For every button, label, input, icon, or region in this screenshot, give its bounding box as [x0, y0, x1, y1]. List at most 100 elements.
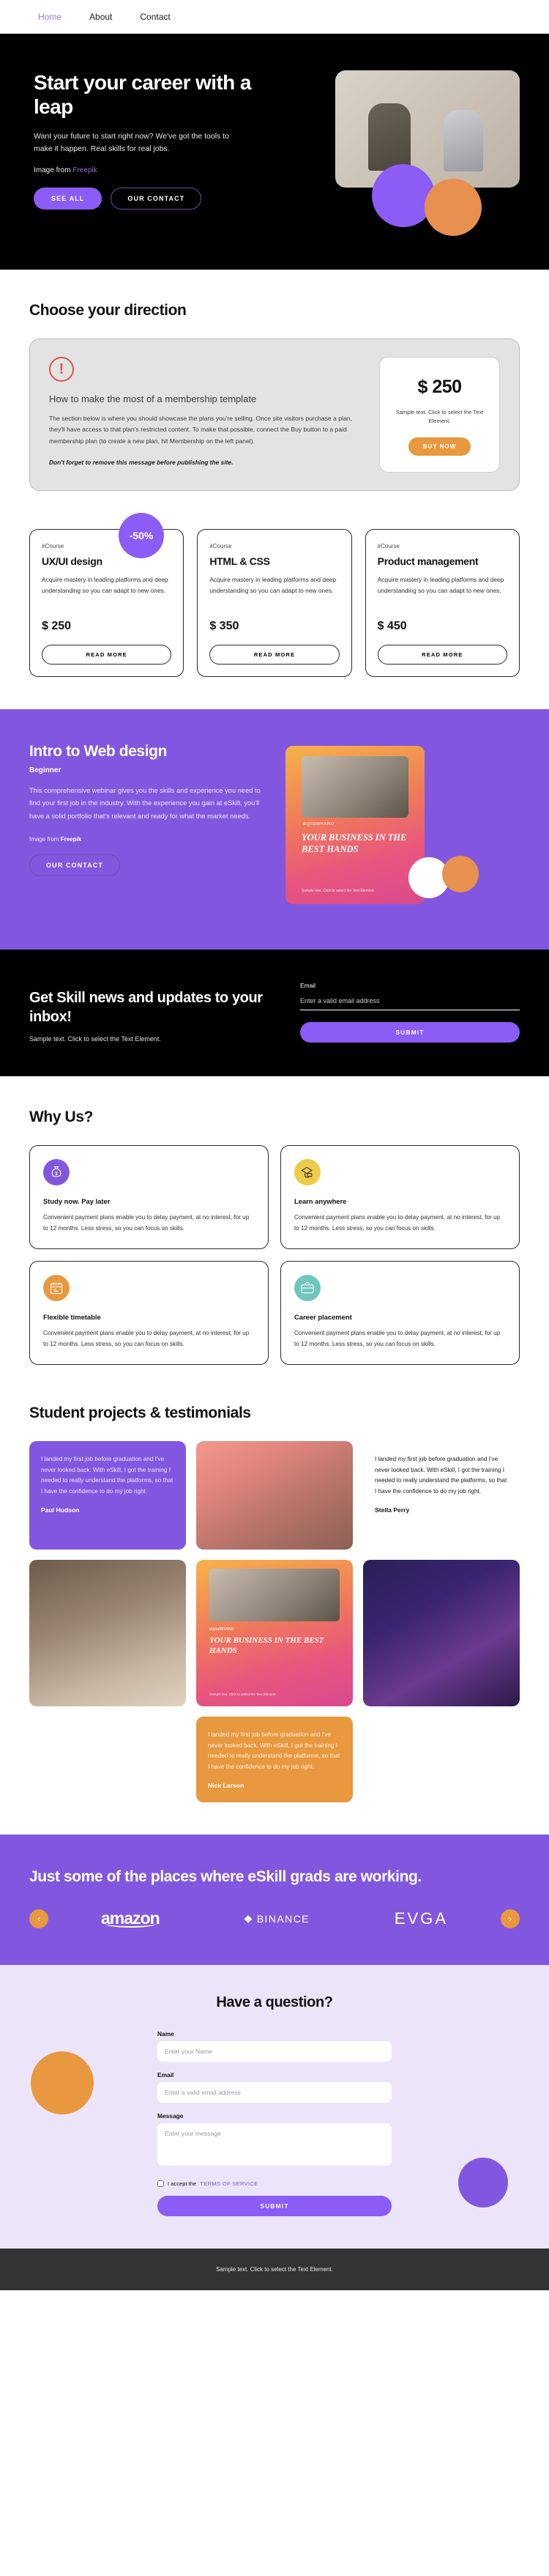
- read-more-button[interactable]: READ MORE: [209, 645, 340, 665]
- hero-photo: [335, 70, 520, 188]
- course-price: $ 250: [42, 620, 72, 633]
- webinar-credit-link[interactable]: Freepik: [61, 836, 81, 843]
- webinar-contact-button[interactable]: OUR CONTACT: [29, 854, 120, 876]
- hero-button-row: SEE ALL OUR CONTACT: [34, 187, 278, 210]
- project-image-classroom: [29, 1559, 186, 1706]
- course-card[interactable]: #Course Product management Acquire maste…: [365, 529, 520, 678]
- webinar-section: Intro to Web design Beginner This compre…: [0, 709, 549, 950]
- top-navigation: Home About Contact: [0, 0, 549, 34]
- contact-email-input[interactable]: [157, 2082, 392, 2103]
- terms-checkbox[interactable]: [157, 2180, 164, 2188]
- testimonial-card: I landed my first job before graduation …: [29, 1440, 186, 1550]
- course-desc: Acquire mastery in leading platforms and…: [209, 576, 337, 594]
- read-more-button[interactable]: READ MORE: [377, 645, 507, 665]
- contact-message-input[interactable]: [157, 2123, 392, 2166]
- terms-prefix: I accept the: [168, 2180, 197, 2188]
- our-contact-button[interactable]: OUR CONTACT: [111, 187, 202, 210]
- course-title: UX/UI design: [42, 555, 102, 568]
- course-card[interactable]: #Course HTML & CSS Acquire mastery in le…: [197, 529, 352, 678]
- why-card-desc: Convenient payment plans enable you to d…: [43, 1214, 250, 1232]
- project-poster: digitalBRAND YOUR BUSINESS IN THE BEST H…: [196, 1559, 353, 1706]
- contact-name-label: Name: [157, 2030, 174, 2038]
- see-all-button[interactable]: SEE ALL: [34, 187, 102, 210]
- project-image-robot: [363, 1559, 520, 1706]
- courses-section: -50% #Course UX/UI design Acquire master…: [0, 513, 549, 709]
- course-tag: #Course: [209, 543, 232, 550]
- project-image-hands: [196, 1440, 353, 1550]
- partner-logos: amazon ◆ BINANCE EVGA: [59, 1909, 490, 1928]
- money-bag-icon: [43, 1159, 70, 1186]
- hero-credit-link[interactable]: Freepik: [72, 166, 97, 174]
- poster-title: YOUR BUSINESS IN THE BEST HANDS: [302, 832, 407, 854]
- contact-purple-circle: [458, 2158, 508, 2208]
- webinar-title: Intro to Web design: [29, 743, 168, 760]
- calendar-icon: [43, 1275, 70, 1302]
- why-card: Flexible timetable Convenient payment pl…: [29, 1261, 269, 1365]
- poster-brand: digitalBRAND: [303, 822, 335, 827]
- course-desc: Acquire mastery in leading platforms and…: [42, 576, 168, 594]
- hero-section: Start your career with a leap Want your …: [0, 34, 549, 270]
- alert-icon: !: [49, 357, 74, 382]
- contact-submit-button[interactable]: SUBMIT: [157, 2196, 392, 2217]
- direction-section: Choose your direction ! How to make the …: [0, 270, 549, 523]
- contact-title: Have a question?: [216, 1994, 333, 2011]
- why-card-title: Flexible timetable: [43, 1313, 101, 1322]
- poster-photo: [209, 1568, 340, 1621]
- webinar-image-credit: Image from Freepik: [29, 836, 264, 843]
- why-card-title: Learn anywhere: [294, 1197, 347, 1206]
- read-more-button[interactable]: READ MORE: [42, 645, 172, 665]
- course-price: $ 350: [209, 620, 239, 633]
- newsletter-submit-button[interactable]: SUBMIT: [300, 1022, 520, 1043]
- price-card: $ 250 Sample text. Click to select the T…: [379, 357, 500, 473]
- hero-title: Start your career with a leap: [34, 71, 251, 119]
- why-us-section: Why Us? Study now. Pay later Convenient …: [0, 1076, 549, 1396]
- chevron-right-icon[interactable]: ›: [501, 1909, 520, 1928]
- poster-title: YOUR BUSINESS IN THE BEST HANDS: [209, 1635, 324, 1655]
- hero-purple-circle: [372, 164, 435, 227]
- newsletter-email-label: Email: [300, 982, 315, 990]
- webinar-credit-prefix: Image from: [29, 835, 59, 843]
- partner-logo-evga: EVGA: [394, 1909, 448, 1928]
- partner-logo-binance: ◆ BINANCE: [244, 1912, 310, 1925]
- why-card: Career placement Convenient payment plan…: [280, 1261, 520, 1365]
- testimonials-section: Student projects & testimonials I landed…: [0, 1397, 549, 1835]
- why-card-desc: Convenient payment plans enable you to d…: [43, 1330, 250, 1347]
- hand-card-icon: [294, 1159, 321, 1186]
- testimonials-grid: I landed my first job before graduation …: [29, 1440, 520, 1802]
- testimonial-quote: I landed my first job before graduation …: [375, 1455, 507, 1495]
- testimonials-title: Student projects & testimonials: [29, 1404, 251, 1421]
- nav-item-contact[interactable]: Contact: [140, 12, 170, 22]
- terms-of-service-link[interactable]: TERMS OF SERVICE: [200, 2180, 258, 2187]
- why-us-grid: Study now. Pay later Convenient payment …: [29, 1145, 520, 1365]
- briefcase-icon: [294, 1275, 321, 1302]
- why-us-title: Why Us?: [29, 1109, 94, 1126]
- course-title: Product management: [377, 555, 479, 568]
- buy-now-button[interactable]: BUY NOW: [408, 437, 471, 456]
- hero-lead: Want your future to start right now? We'…: [34, 132, 229, 154]
- footer-text: Sample text. Click to select the Text El…: [216, 2266, 333, 2273]
- webinar-media: digitalBRAND YOUR BUSINESS IN THE BEST H…: [281, 743, 520, 911]
- direction-title: Choose your direction: [29, 302, 187, 319]
- poster-brand: digitalBRAND: [209, 1626, 234, 1632]
- why-card: Learn anywhere Convenient payment plans …: [280, 1145, 520, 1250]
- why-card: Study now. Pay later Convenient payment …: [29, 1145, 269, 1250]
- testimonial-author: Nick Larson: [208, 1781, 244, 1789]
- contact-email-label: Email: [157, 2071, 174, 2079]
- testimonial-author: Stella Perry: [375, 1506, 410, 1514]
- nav-item-about[interactable]: About: [89, 12, 112, 22]
- testimonial-quote: I landed my first job before graduation …: [41, 1455, 173, 1495]
- newsletter-email-input[interactable]: [300, 994, 520, 1011]
- chevron-left-icon[interactable]: ‹: [29, 1909, 48, 1928]
- notice-body-text: The section below is where you should sh…: [49, 415, 352, 445]
- poster-photo: [302, 756, 408, 818]
- hero-image-credit: Image from Freepik: [34, 166, 278, 174]
- price-amount: $ 250: [417, 377, 462, 397]
- discount-badge: -50%: [119, 513, 164, 559]
- course-card[interactable]: #Course UX/UI design Acquire mastery in …: [29, 529, 184, 678]
- nav-item-home[interactable]: Home: [38, 12, 61, 22]
- newsletter-section: Get Skill news and updates to your inbox…: [0, 950, 549, 1077]
- courses-grid: -50% #Course UX/UI design Acquire master…: [29, 513, 520, 678]
- terms-row: I accept the TERMS OF SERVICE: [157, 2180, 392, 2188]
- partners-section: Just some of the places where eSkill gra…: [0, 1834, 549, 1966]
- contact-name-input[interactable]: [157, 2041, 392, 2062]
